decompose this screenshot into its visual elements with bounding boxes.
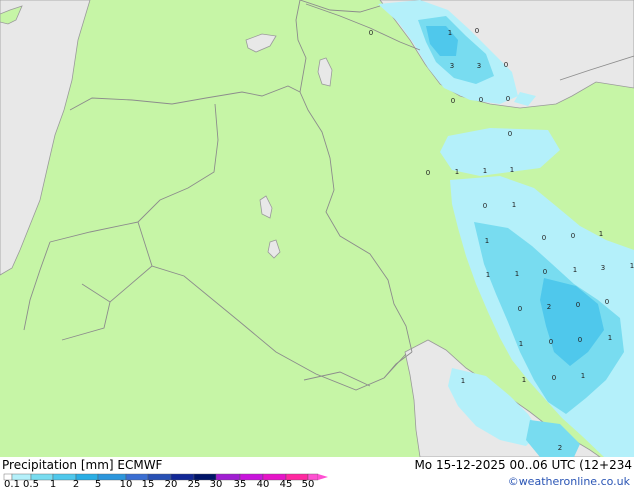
- value-label: 0: [605, 298, 609, 306]
- value-label: 1: [510, 166, 514, 174]
- value-label: 1: [608, 334, 612, 342]
- value-label: 0: [475, 27, 479, 35]
- scale-tick-label: 25: [187, 479, 201, 490]
- value-label: 1: [448, 29, 452, 37]
- value-label: 3: [601, 264, 605, 272]
- value-label: 1: [461, 377, 465, 385]
- value-label: 0: [549, 338, 553, 346]
- value-label: 0: [504, 61, 508, 69]
- value-label: 0: [451, 97, 455, 105]
- scale-tick-label: 10: [119, 479, 133, 490]
- value-label: 0: [426, 169, 430, 177]
- scale-tick-label: 45: [279, 479, 293, 490]
- value-label: 3: [477, 62, 481, 70]
- credit-link[interactable]: ©weatheronline.co.uk: [508, 475, 630, 488]
- value-label: 1: [485, 237, 489, 245]
- value-label: 1: [581, 372, 585, 380]
- value-label: 0: [508, 130, 512, 138]
- value-label: 2: [547, 303, 551, 311]
- scale-tick-label: 50: [301, 479, 315, 490]
- scale-tick-label: 20: [164, 479, 178, 490]
- value-label: 1: [573, 266, 577, 274]
- value-label: 0: [576, 301, 580, 309]
- value-label: 0: [483, 202, 487, 210]
- value-label: 1: [483, 167, 487, 175]
- value-label: 0: [542, 234, 546, 242]
- value-label: 0: [369, 29, 373, 37]
- value-label: 0: [571, 232, 575, 240]
- value-label: 0: [552, 374, 556, 382]
- value-label: 0: [479, 96, 483, 104]
- scale-ticks: 0.1 0.5 1 2 5 10 15 20 25 30 35 40 45 50: [0, 479, 330, 491]
- scale-tick-label: 0.1: [4, 479, 20, 490]
- scale-tick-label: 40: [256, 479, 270, 490]
- value-label: 0: [518, 305, 522, 313]
- precipitation-map: 0 1 0 3 3 0 0 0 0 0 0 1 1 1 0 1 1 0 0 1 …: [0, 0, 634, 457]
- scale-tick-label: 15: [141, 479, 155, 490]
- value-label: 2: [558, 444, 562, 452]
- scale-tick-label: 5: [94, 479, 102, 490]
- scale-tick-label: 1: [49, 479, 57, 490]
- scale-tick-label: 2: [72, 479, 80, 490]
- value-label: 1: [519, 340, 523, 348]
- scale-tick-label: 35: [233, 479, 247, 490]
- scale-tick-label: 30: [209, 479, 223, 490]
- value-label: 0: [578, 336, 582, 344]
- value-label: 1: [486, 271, 490, 279]
- scale-tick-label: 0.5: [23, 479, 39, 490]
- value-label: 1: [515, 270, 519, 278]
- forecast-date: Mo 15-12-2025 00..06 UTC (12+234: [414, 458, 632, 472]
- value-label: 1: [630, 262, 634, 270]
- value-label: 3: [450, 62, 454, 70]
- value-label: 1: [599, 230, 603, 238]
- value-label: 0: [506, 95, 510, 103]
- legend-title: Precipitation [mm] ECMWF: [2, 458, 163, 472]
- legend-bar: Precipitation [mm] ECMWF Mo 15-12-2025 0…: [0, 457, 634, 490]
- value-label: 1: [522, 376, 526, 384]
- value-label: 0: [543, 268, 547, 276]
- value-label: 1: [455, 168, 459, 176]
- value-label: 1: [512, 201, 516, 209]
